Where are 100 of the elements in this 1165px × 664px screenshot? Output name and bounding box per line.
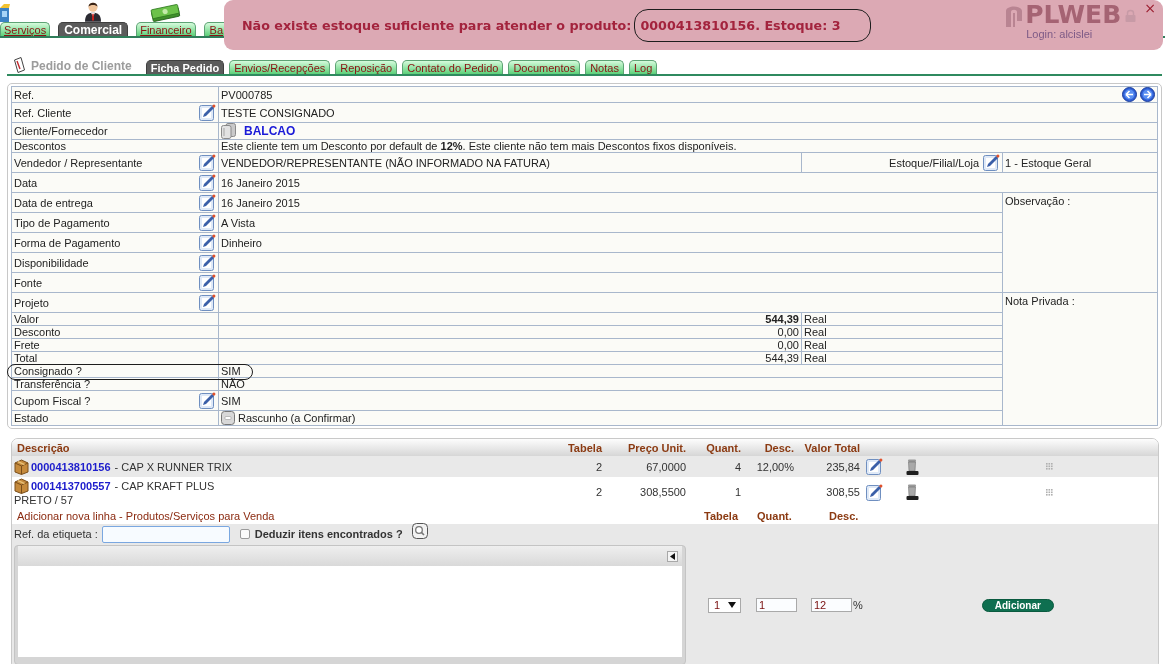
nav-tab[interactable]: Comercial [58, 22, 129, 36]
currency-text: Real [804, 339, 827, 351]
tab[interactable]: Reposição [335, 60, 398, 74]
package-icon[interactable] [0, 2, 10, 22]
field-value: A Vista [221, 216, 256, 229]
checkbox-label: Deduzir itens encontrados ? [254, 528, 403, 540]
edit-icon[interactable] [199, 254, 216, 271]
login-text: Login: alcislei [1026, 28, 1093, 40]
stamp-icon[interactable] [906, 458, 919, 475]
note-label: Nota Privada : [1005, 294, 1075, 307]
column-header: Descrição [16, 441, 71, 454]
table-cell-text: 67,0000 [645, 460, 687, 473]
nav-tab[interactable]: Ba [203, 22, 225, 36]
table-cell-text: 2 [594, 460, 603, 473]
field-label: Valor [14, 313, 39, 325]
edit-icon[interactable] [866, 483, 883, 501]
edit-icon[interactable] [199, 154, 216, 171]
alert-message: Não existe estoque suficiente para atender o produto: [242, 17, 632, 33]
field-value: 16 Janeiro 2015 [221, 176, 300, 189]
field-label: Descontos [14, 140, 66, 152]
checkbox[interactable] [239, 529, 250, 539]
nav-tab[interactable]: Serviços [0, 22, 51, 36]
close-button[interactable]: × [1144, 2, 1156, 14]
field-label: Tipo de Pagamento [14, 216, 110, 229]
nav-tab[interactable]: Financeiro [136, 22, 196, 36]
field-label: Transferência ? [14, 378, 91, 390]
field-label: Vendedor / Representante [14, 156, 143, 169]
column-header: Quant. [705, 441, 742, 454]
currency-text: Real [804, 352, 827, 364]
tab[interactable]: Notas [585, 60, 624, 74]
column-header: Desc. [829, 509, 860, 522]
page-title: Pedido de Cliente [31, 60, 132, 73]
field-label: Forma de Pagamento [14, 236, 121, 249]
discount-field[interactable]: 12 [811, 598, 852, 612]
add-button[interactable]: Adicionar [981, 598, 1054, 612]
edit-icon[interactable] [199, 194, 216, 211]
tab[interactable]: Contato do Pedido [402, 60, 504, 74]
field-label: Desconto [14, 326, 61, 338]
product-link[interactable]: 0000413810156 [31, 460, 111, 473]
field-label: Consignado ? [14, 365, 82, 377]
edit-icon[interactable] [199, 174, 216, 191]
field-label: Frete [14, 339, 40, 351]
table-cell-text: 235,84 [825, 460, 861, 473]
search-icon[interactable] [411, 523, 428, 539]
product-link[interactable]: 0001413700557 [31, 480, 111, 492]
edit-icon[interactable] [866, 458, 883, 475]
field-value: SIM [221, 365, 241, 377]
box-icon [14, 478, 29, 494]
table-cell-text: 12,00% [755, 460, 795, 473]
field-value: TESTE CONSIGNADO [221, 106, 335, 119]
edit-icon[interactable] [199, 234, 216, 251]
field-value: Este cliente tem um Desconto por default de 12%. Este cliente não tem mais Descontos fixos disponíveis. [221, 140, 737, 152]
field-value: SIM [221, 394, 241, 407]
tag-field[interactable] [101, 525, 230, 543]
table-cell-text: 4 [733, 460, 742, 473]
client-link[interactable]: BALCAO [244, 125, 296, 137]
edit-icon[interactable] [199, 274, 216, 291]
collapse-button[interactable] [667, 550, 678, 562]
amount-value: 0,00 [777, 339, 799, 351]
field-label: Fonte [14, 276, 43, 289]
field-label: Estoque/Filial/Loja [889, 156, 979, 169]
tab[interactable]: Envios/Recepções [229, 60, 331, 74]
person-icon[interactable] [85, 2, 102, 22]
stamp-icon[interactable] [906, 484, 919, 500]
tab[interactable]: Log [628, 60, 658, 74]
edit-icon[interactable] [199, 392, 216, 409]
column-header: Desc. [763, 441, 795, 454]
arrow-left-icon[interactable] [1122, 87, 1137, 102]
edit-icon[interactable] [199, 104, 216, 121]
document-icon [14, 57, 25, 73]
column-header: Quant. [757, 509, 793, 522]
edit-icon[interactable] [199, 214, 216, 231]
field-label: Total [14, 352, 38, 364]
field-label: Projeto [14, 296, 49, 309]
field-label: Data de entrega [14, 196, 93, 209]
quantity-field[interactable]: 1 [756, 598, 797, 612]
arrow-right-icon[interactable] [1140, 87, 1155, 102]
field-value: PV000785 [221, 88, 273, 101]
banknotes-icon[interactable] [150, 4, 182, 22]
column-header: Tabela [566, 441, 604, 454]
tab[interactable]: Documentos [508, 60, 581, 74]
edit-icon[interactable] [199, 294, 216, 311]
field-label: Ref. [14, 88, 35, 101]
table-cell-text: 308,5500 [639, 486, 687, 498]
tab[interactable]: Ficha Pedido [145, 60, 225, 74]
amount-value: 544,39 [765, 313, 799, 325]
edit-icon[interactable] [983, 154, 1000, 171]
field-label: Disponibilidade [14, 256, 89, 269]
product-name: - CAP KRAFT PLUS [114, 480, 215, 492]
product-variant: PRETO / 57 [14, 494, 74, 506]
field-label: Cupom Fiscal ? [14, 394, 91, 407]
documents-icon [221, 123, 236, 139]
table-cell-text: 308,55 [825, 486, 861, 498]
table-cell-text: 2 [594, 486, 603, 498]
table-cell-text: 1 [733, 486, 742, 498]
add-line-title: Adicionar nova linha - Produtos/Serviços para Venda [16, 509, 276, 522]
field-label: Cliente/Fornecedor [14, 125, 108, 137]
caret-down-icon [728, 602, 736, 608]
table-select[interactable]: 1 [708, 597, 741, 613]
field-value: 16 Janeiro 2015 [221, 196, 300, 209]
